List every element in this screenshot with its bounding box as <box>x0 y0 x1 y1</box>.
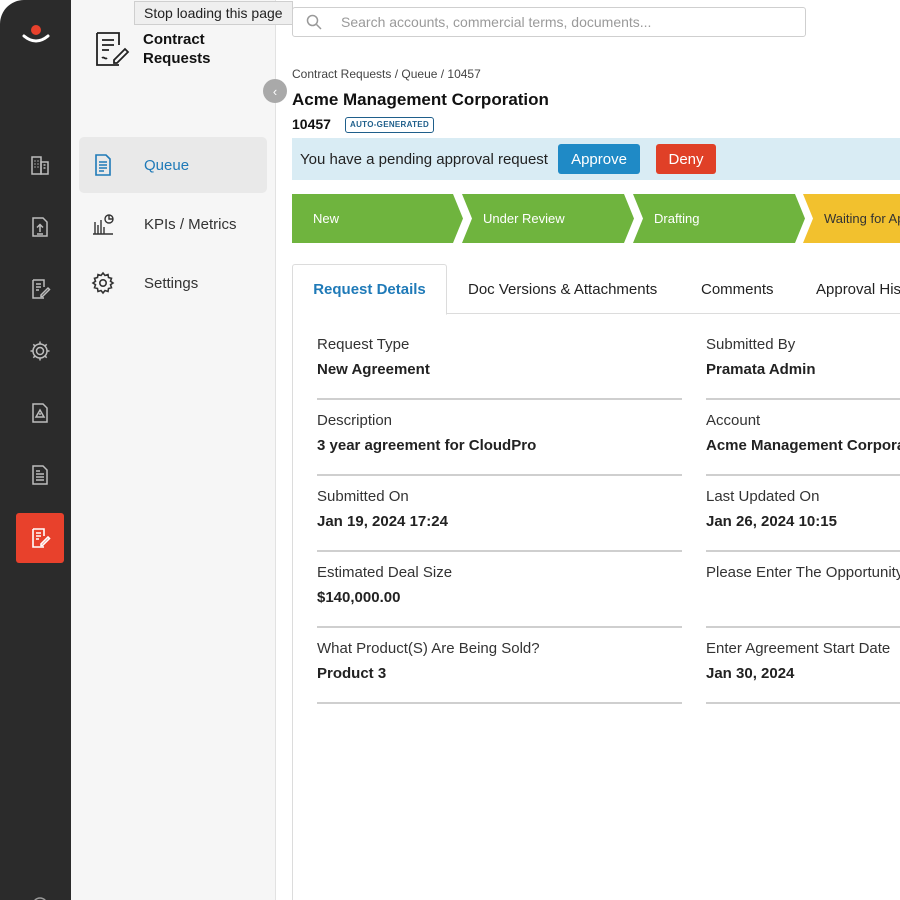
rail-contract-requests-button[interactable] <box>16 513 64 563</box>
stage-label: Under Review <box>483 211 565 226</box>
subnav-item-kpis[interactable]: KPIs / Metrics <box>79 196 267 252</box>
approval-message: You have a pending approval request <box>300 150 548 168</box>
subnav-item-settings[interactable]: Settings <box>79 255 267 311</box>
right-field-column: Submitted By Pramata Admin Account Acme … <box>706 320 900 720</box>
field-label: Estimated Deal Size <box>317 564 453 581</box>
subnav-item-queue[interactable]: Queue <box>79 137 267 193</box>
field-value: Jan 30, 2024 <box>706 665 795 682</box>
rail-upload-button[interactable] <box>16 202 64 252</box>
field-products-sold: What Product(S) Are Being Sold? Product … <box>317 640 682 704</box>
contract-edit-icon <box>32 279 51 299</box>
stage-drafting: Drafting <box>633 194 805 243</box>
app-icon-rail <box>0 0 71 900</box>
stage-waiting-for-approval: Waiting for Approval <box>803 194 900 243</box>
breadcrumb: Contract Requests / Queue / 10457 <box>292 67 481 81</box>
settings-cog-icon <box>30 341 50 361</box>
stage-label: New <box>313 211 340 226</box>
rail-building-button[interactable] <box>16 140 64 190</box>
field-value: Acme Management Corporation <box>706 437 900 454</box>
field-label: What Product(S) Are Being Sold? <box>317 640 540 657</box>
field-value: $140,000.00 <box>317 589 401 606</box>
field-label: Account <box>706 412 761 429</box>
rail-report-button[interactable] <box>16 450 64 500</box>
rail-bottom-settings-button[interactable] <box>16 880 64 900</box>
gear-icon <box>34 897 46 900</box>
search-input[interactable] <box>341 14 801 30</box>
stage-label: Drafting <box>654 211 700 226</box>
contract-requests-icon <box>32 528 51 548</box>
queue-document-icon <box>95 154 111 176</box>
tab-doc-versions[interactable]: Doc Versions & Attachments <box>468 264 657 314</box>
approval-banner: You have a pending approval request Appr… <box>292 138 900 180</box>
gear-icon <box>91 271 115 295</box>
contract-document-icon <box>96 32 130 66</box>
app-logo-icon[interactable] <box>21 22 51 46</box>
field-label: Submitted By <box>706 336 796 353</box>
approve-button[interactable]: Approve <box>558 144 640 174</box>
field-value: Pramata Admin <box>706 361 816 378</box>
field-agreement-start-date: Enter Agreement Start Date Jan 30, 2024 <box>706 640 900 704</box>
subnav-item-label: KPIs / Metrics <box>144 215 237 233</box>
rail-contract-edit-button[interactable] <box>16 264 64 314</box>
stage-under-review: Under Review <box>462 194 634 243</box>
field-submitted-on: Submitted On Jan 19, 2024 17:24 <box>317 488 682 552</box>
field-label: Last Updated On <box>706 488 820 505</box>
browser-tooltip: Stop loading this page <box>134 1 293 25</box>
chevron-left-icon: ‹ <box>272 83 278 99</box>
field-value: Jan 26, 2024 10:15 <box>706 513 837 530</box>
upload-icon <box>32 217 48 237</box>
field-account: Account Acme Management Corporation <box>706 412 900 476</box>
field-value: Product 3 <box>317 665 387 682</box>
collapse-sidebar-button[interactable]: ‹ <box>263 79 287 103</box>
field-request-type: Request Type New Agreement <box>317 336 682 400</box>
field-last-updated-on: Last Updated On Jan 26, 2024 10:15 <box>706 488 900 552</box>
field-submitted-by: Submitted By Pramata Admin <box>706 336 900 400</box>
field-value <box>706 589 900 607</box>
field-label: Submitted On <box>317 488 409 505</box>
stage-label: Waiting for Approval <box>824 211 898 226</box>
field-label: Request Type <box>317 336 410 353</box>
global-search[interactable] <box>292 7 806 37</box>
metrics-chart-icon <box>93 214 114 235</box>
field-value: 3 year agreement for CloudPro <box>317 437 537 454</box>
building-icon <box>31 156 49 175</box>
detail-tabs: Request Details Doc Versions & Attachmen… <box>292 264 900 315</box>
field-label: Enter Agreement Start Date <box>706 640 891 657</box>
page-title: Acme Management Corporation <box>292 90 549 109</box>
field-value: New Agreement <box>317 361 430 378</box>
subnav-header: Contract Requests <box>93 30 233 68</box>
stage-new: New <box>292 194 463 243</box>
report-document-icon <box>32 465 48 485</box>
contract-requests-subnav: Contract Requests ‹ Queue KPIs / Metrics… <box>71 0 287 900</box>
search-icon <box>306 14 322 30</box>
panel-border <box>292 313 293 900</box>
request-id: 10457 <box>292 116 331 132</box>
subnav-item-label: Queue <box>144 156 190 174</box>
tab-request-details[interactable]: Request Details <box>292 264 447 315</box>
field-description: Description 3 year agreement for CloudPr… <box>317 412 682 476</box>
field-value: Jan 19, 2024 17:24 <box>317 513 448 530</box>
field-opportunity-id[interactable]: Please Enter The Opportunity ID <box>706 564 900 628</box>
rail-settings-button[interactable] <box>16 326 64 376</box>
stage-stepper: New Under Review Drafting Waiting for Ap… <box>292 194 900 243</box>
field-label: Description <box>317 412 393 429</box>
field-estimated-deal-size: Estimated Deal Size $140,000.00 <box>317 564 682 628</box>
subnav-title: Contract Requests <box>143 31 211 67</box>
tab-approval-history[interactable]: Approval History <box>816 264 900 314</box>
warning-document-icon <box>32 403 48 423</box>
field-label: Please Enter The Opportunity ID <box>706 564 900 581</box>
deny-button[interactable]: Deny <box>656 144 716 174</box>
auto-generated-badge: AUTO-GENERATED <box>345 117 435 133</box>
rail-warning-doc-button[interactable] <box>16 388 64 438</box>
tab-comments[interactable]: Comments <box>701 264 774 314</box>
subnav-item-label: Settings <box>144 274 199 292</box>
